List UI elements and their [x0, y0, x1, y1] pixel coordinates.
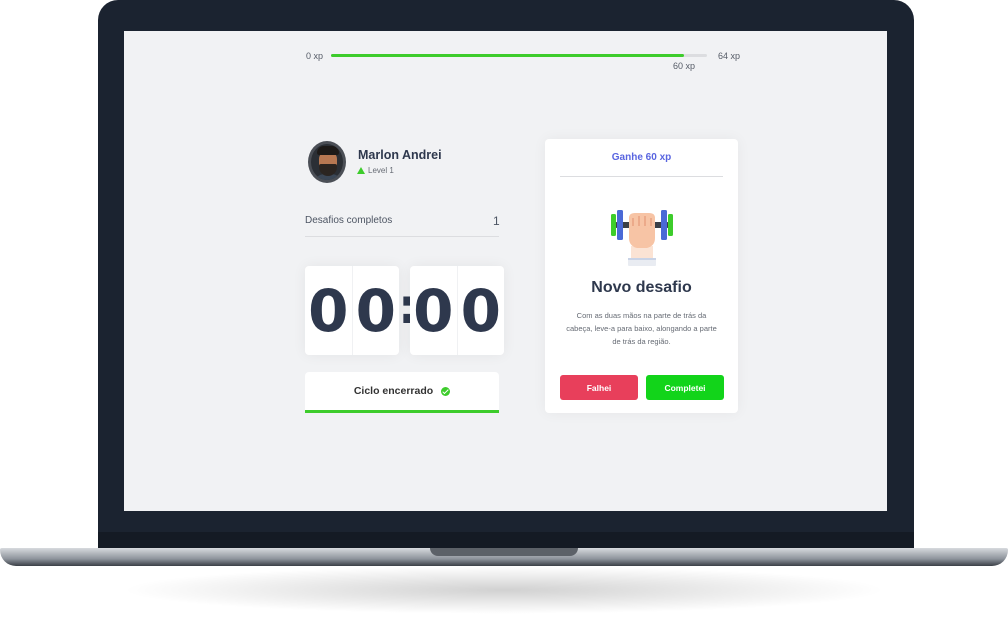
challenge-title: Novo desafio [591, 279, 692, 296]
avatar [308, 141, 346, 183]
dumbbell-icon [611, 210, 673, 266]
cycle-button-label: Ciclo encerrado [353, 385, 434, 397]
minute-digit: 0 [308, 276, 349, 345]
second-digit: 0 [413, 276, 454, 345]
minute-digit: 0 [351, 266, 400, 355]
laptop-notch [430, 548, 578, 556]
second-digit: 0 [456, 266, 505, 355]
xp-current-label: 60 xp [673, 61, 696, 71]
xp-progress-bar [331, 54, 707, 57]
challenges-completed-label: Desafios completos [305, 215, 393, 226]
challenge-description: Com as duas mãos na parte de trás da cab… [566, 311, 717, 346]
app-screen: 0 xp 60 xp 64 xp Marlon Andrei Level 1 D… [124, 31, 887, 511]
level-indicator: Level 1 [357, 166, 394, 175]
fail-button[interactable]: Falhei [560, 375, 638, 400]
countdown-minutes: 0 0 [305, 266, 399, 355]
cycle-finished-button[interactable]: Ciclo encerrado [305, 372, 499, 413]
divider [305, 236, 499, 237]
xp-progress-fill [331, 54, 685, 57]
profile-name: Marlon Andrei [358, 148, 442, 162]
challenge-xp-reward: Ganhe 60 xp [560, 139, 723, 177]
level-up-icon [357, 167, 365, 174]
xp-max-label: 64 xp [718, 51, 741, 61]
complete-button[interactable]: Completei [646, 375, 724, 400]
level-label: Level 1 [368, 166, 394, 175]
challenge-card: Ganhe 60 xp Novo desafio Com as duas mão… [545, 139, 738, 413]
laptop-shadow [120, 566, 888, 614]
check-circle-icon [441, 386, 451, 396]
countdown-seconds: 0 0 [410, 266, 504, 355]
xp-min-label: 0 xp [306, 51, 324, 61]
challenges-completed-count: 1 [493, 214, 500, 228]
